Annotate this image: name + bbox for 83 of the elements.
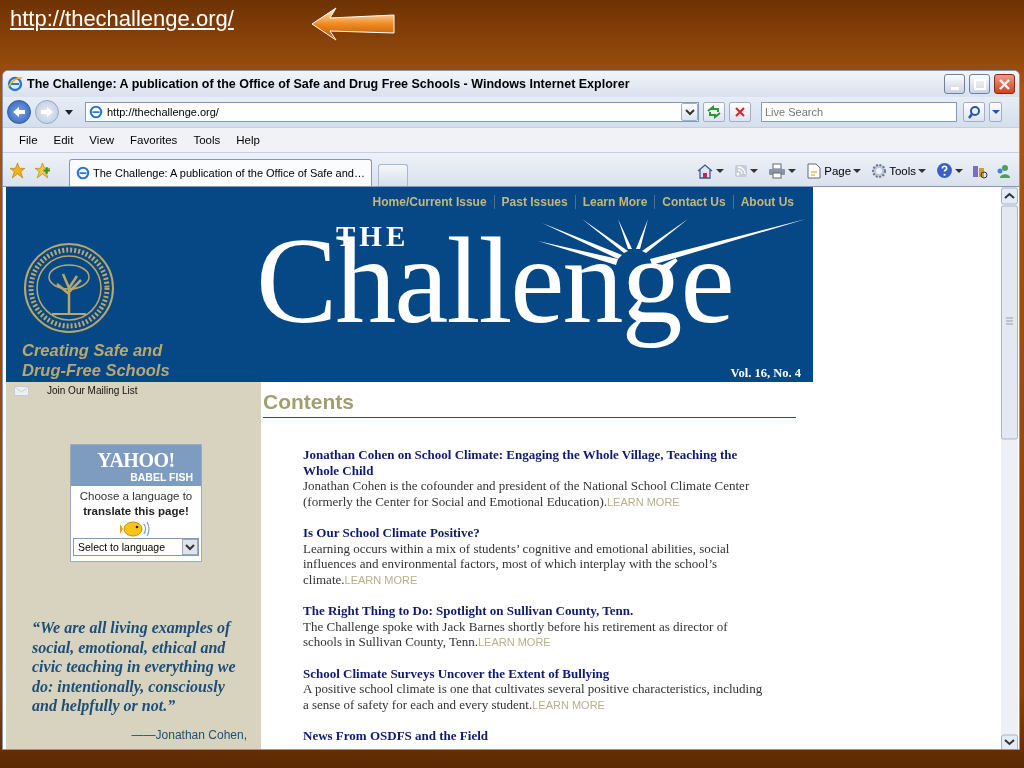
article-title-link[interactable]: News From OSDFS and the Field — [303, 728, 768, 744]
nav-link[interactable]: Learn More — [574, 195, 655, 209]
history-dropdown-icon[interactable] — [63, 107, 75, 117]
stop-button[interactable] — [729, 102, 751, 122]
brand-logo-text: YAHOO! — [97, 449, 175, 471]
gear-icon — [871, 162, 888, 179]
menu-item[interactable]: File — [11, 132, 46, 148]
close-button[interactable] — [994, 74, 1015, 94]
help-icon — [936, 162, 953, 179]
contents-heading: Contents — [263, 390, 796, 418]
caret-icon — [991, 109, 1000, 115]
address-field[interactable]: http://thechallenge.org/ — [85, 102, 699, 122]
page-icon — [806, 162, 823, 179]
address-dropdown-button[interactable] — [681, 103, 698, 121]
search-options-button[interactable] — [989, 102, 1002, 122]
article-summary: Jonathan Cohen is the cofounder and president of the National School Climate Center (formerly the Center for Social and Emotional Education).LEARN MORE — [303, 478, 751, 509]
quote-text: “We are all living examples of social, emotional, ethical and civic teaching in everything we do: intentionally, consciously and helpfully or not.” — [32, 618, 237, 716]
menu-item[interactable]: Favorites — [122, 132, 186, 148]
caret-icon — [918, 167, 926, 174]
page-icon — [76, 166, 90, 180]
back-button[interactable] — [7, 100, 31, 124]
menu-item[interactable]: Help — [228, 132, 268, 148]
page-menu-button[interactable]: Page — [804, 162, 864, 179]
arrow-icon[interactable] — [309, 6, 396, 42]
search-button[interactable] — [963, 102, 985, 122]
search-icon — [967, 105, 981, 119]
messenger-icon[interactable] — [995, 162, 1013, 179]
close-icon — [999, 78, 1010, 90]
mailing-list-link[interactable]: Join Our Mailing List — [47, 385, 138, 396]
seal-icon — [22, 242, 116, 334]
menu-item[interactable]: View — [81, 132, 123, 148]
page-icon — [89, 105, 103, 119]
menu-item[interactable]: Edit — [45, 132, 82, 148]
fish-icon — [120, 519, 152, 537]
article-title-link[interactable]: School Climate Surveys Uncover the Extent of Bullying — [303, 665, 768, 681]
favorites-star-icon[interactable] — [9, 162, 26, 179]
chevron-down-icon — [684, 108, 695, 116]
feed-icon — [734, 163, 749, 178]
maximize-button[interactable] — [969, 74, 990, 94]
nav-link[interactable]: Home/Current Issue — [365, 195, 494, 209]
caret-icon — [716, 167, 725, 174]
x-icon — [734, 106, 746, 118]
translator-prompt: translate this page! — [83, 504, 189, 519]
help-button[interactable] — [934, 162, 965, 179]
tools-menu-button[interactable]: Tools — [869, 162, 928, 179]
browser-tab[interactable]: The Challenge: A publication of the Office of Safe and… — [69, 159, 372, 186]
caret-icon — [750, 167, 759, 174]
menu-item[interactable]: Tools — [185, 132, 229, 148]
volume-label: Vol. 16, No. 4 — [730, 366, 801, 381]
window-title: The Challenge: A publication of the Office of Safe and Drug Free Schools - Windows Internet Explorer — [27, 77, 631, 91]
search-field[interactable]: Live Search — [761, 102, 957, 122]
tagline: Creating Safe and Drug-Free Schools — [22, 340, 171, 380]
article-title-link[interactable]: The Right Thing to Do: Spotlight on Sullivan County, Tenn. — [303, 603, 768, 619]
article-title-link[interactable]: Jonathan Cohen on School Climate: Engaging the Whole Village, Teaching the Whole Child — [303, 447, 768, 478]
article-summary: Learning occurs within a mix of students’ cognitive and emotional abilities, social influences and environmental factors, most of which interplay with the school’s climate.LEARN MORE — [303, 540, 731, 587]
add-favorite-icon[interactable] — [34, 162, 51, 179]
nav-link[interactable]: About Us — [732, 195, 801, 209]
maximize-icon — [973, 78, 986, 90]
vertical-scrollbar[interactable] — [1001, 187, 1018, 749]
minimize-button[interactable] — [944, 74, 965, 94]
caret-icon — [788, 167, 797, 174]
language-select[interactable]: Select to language — [73, 538, 199, 556]
house-icon — [696, 162, 715, 179]
caret-icon — [853, 167, 862, 174]
nav-link[interactable]: Past Issues — [493, 195, 575, 209]
print-button[interactable] — [766, 162, 799, 179]
browser-logo-icon — [7, 76, 23, 92]
nav-link[interactable]: Contact Us — [654, 195, 733, 209]
feeds-button[interactable] — [732, 163, 761, 178]
printer-icon — [768, 162, 787, 179]
refresh-button[interactable] — [703, 102, 725, 122]
translator-prompt: Choose a language to — [79, 489, 193, 504]
left-arrow-icon — [12, 106, 26, 118]
right-arrow-icon — [40, 106, 54, 118]
article-title-link[interactable]: Is Our School Climate Positive? — [303, 525, 768, 541]
caret-icon — [955, 167, 963, 174]
article-summary: The Challenge spoke with Jack Barnes shortly before his retirement as director of schools in Sullivan County, Tenn.LEARN MORE — [303, 618, 729, 650]
brand-subtitle: BABEL FISH — [130, 471, 193, 483]
article-summary: A positive school climate is one that cultivates several positive characteristics, including a sense of safety for each and every student.LEARN MORE — [303, 681, 764, 712]
slide-link[interactable]: http://thechallenge.org/ — [10, 6, 234, 32]
envelope-icon — [14, 385, 29, 396]
refresh-icon — [706, 105, 722, 119]
quote-attribution: ——Jonathan Cohen, — [131, 727, 247, 742]
